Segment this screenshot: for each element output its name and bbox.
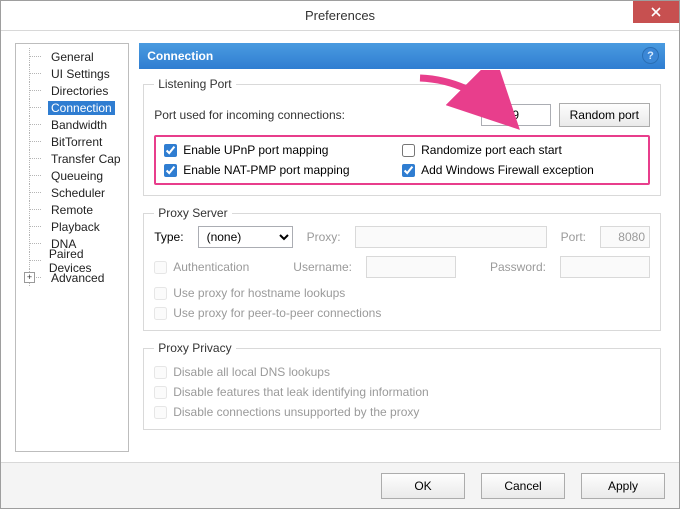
cancel-button[interactable]: Cancel [481,473,565,499]
proxy-privacy-legend: Proxy Privacy [154,341,235,355]
password-input [560,256,650,278]
tree-item-label: Playback [48,220,103,234]
tree-item-playback[interactable]: Playback [18,218,126,235]
tree-item-label: Remote [48,203,96,217]
disable-dns-checkbox: Disable all local DNS lookups [154,365,650,379]
tree-item-label: UI Settings [48,67,113,81]
preferences-dialog: Preferences General UI Settings Directorie… [0,0,680,509]
tree-item-label: General [48,50,97,64]
close-button[interactable] [633,1,679,23]
tree-item-paired-devices[interactable]: Paired Devices [18,252,126,269]
tree-item-label: BitTorrent [48,135,105,149]
proxy-type-select[interactable]: (none) [198,226,293,248]
tree-item-label: Transfer Cap [48,152,124,166]
tree-item-ui-settings[interactable]: UI Settings [18,65,126,82]
natpmp-checkbox[interactable]: Enable NAT-PMP port mapping [164,163,402,177]
titlebar: Preferences [1,1,679,31]
dialog-footer: OK Cancel Apply [1,462,679,508]
tree-item-remote[interactable]: Remote [18,201,126,218]
dialog-body: General UI Settings Directories Connection B… [1,31,679,462]
apply-button[interactable]: Apply [581,473,665,499]
listening-port-group: Listening Port Port used for incoming co… [143,77,661,196]
tree-item-transfer-cap[interactable]: Transfer Cap [18,150,126,167]
listening-port-legend: Listening Port [154,77,235,91]
proxy-privacy-group: Proxy Privacy Disable all local DNS look… [143,341,661,430]
window-title: Preferences [1,8,679,23]
disable-leak-checkbox: Disable features that leak identifying i… [154,385,650,399]
tree-item-label: Bandwidth [48,118,110,132]
tree-item-queueing[interactable]: Queueing [18,167,126,184]
proxy-server-group: Proxy Server Type: (none) Proxy: Port: A… [143,206,661,331]
ok-button[interactable]: OK [381,473,465,499]
proxy-host-input [355,226,547,248]
randomize-checkbox[interactable]: Randomize port each start [402,143,640,157]
expand-icon[interactable]: + [24,272,35,283]
random-port-button[interactable]: Random port [559,103,650,127]
port-label: Port used for incoming connections: [154,108,345,122]
username-label: Username: [293,260,352,274]
highlight-annotation: Enable UPnP port mapping Randomize port … [154,135,650,185]
proxy-type-row: Type: (none) Proxy: Port: [154,226,650,248]
username-input [366,256,456,278]
category-tree[interactable]: General UI Settings Directories Connection B… [15,43,129,452]
tree-item-bandwidth[interactable]: Bandwidth [18,116,126,133]
proxy-p2p-checkbox: Use proxy for peer-to-peer connections [154,306,650,320]
proxy-type-label: Type: [154,230,183,244]
tree-item-label: Advanced [48,271,107,285]
tree-item-bittorrent[interactable]: BitTorrent [18,133,126,150]
settings-pane: Connection ? Listening Port Port used fo… [139,43,665,452]
proxy-server-legend: Proxy Server [154,206,231,220]
pane-content: Listening Port Port used for incoming co… [139,69,665,452]
tree-item-connection[interactable]: Connection [18,99,126,116]
tree-item-label: Queueing [48,169,106,183]
proxy-hostname-checkbox: Use proxy for hostname lookups [154,286,650,300]
close-icon [651,7,661,17]
authentication-checkbox: Authentication [154,260,249,274]
proxy-host-label: Proxy: [307,230,341,244]
tree-item-general[interactable]: General [18,48,126,65]
password-label: Password: [490,260,546,274]
pane-title: Connection [147,49,213,63]
tree-item-label: Scheduler [48,186,108,200]
proxy-port-input [600,226,650,248]
pane-header: Connection ? [139,43,665,69]
firewall-checkbox[interactable]: Add Windows Firewall exception [402,163,640,177]
proxy-port-label: Port: [561,230,586,244]
port-row: Port used for incoming connections: Rand… [154,103,650,127]
tree-item-scheduler[interactable]: Scheduler [18,184,126,201]
tree-item-directories[interactable]: Directories [18,82,126,99]
tree-item-label: Connection [48,101,115,115]
port-input[interactable] [481,104,551,126]
tree-item-label: Directories [48,84,111,98]
upnp-checkbox[interactable]: Enable UPnP port mapping [164,143,402,157]
help-icon[interactable]: ? [642,47,659,64]
proxy-auth-row: Authentication Username: Password: [154,256,650,278]
disable-unsupported-checkbox: Disable connections unsupported by the p… [154,405,650,419]
